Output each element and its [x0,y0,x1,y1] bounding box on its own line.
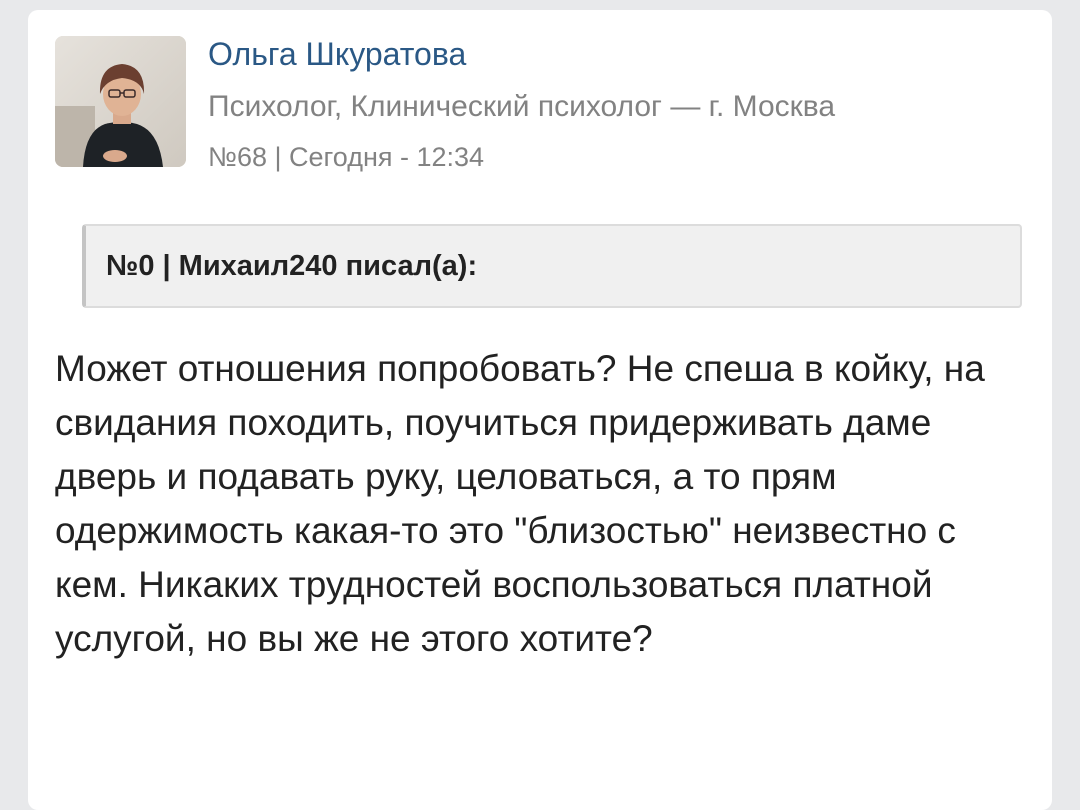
quote-block: №0 | Михаил240 писал(а): [82,224,1022,308]
author-avatar[interactable] [55,36,186,167]
author-role: Психолог, Клинический психолог — г. Моск… [208,90,836,123]
user-photo-avatar-icon [55,36,186,167]
quote-header: №0 | Михаил240 писал(а): [106,250,478,282]
post-card: Ольга Шкуратова Психолог, Клинический пс… [28,10,1052,810]
author-name-link[interactable]: Ольга Шкуратова [208,36,466,73]
post-meta: №68 | Сегодня - 12:34 [208,142,485,172]
message-body: Может отношения попробовать? Не спеша в … [55,348,985,659]
